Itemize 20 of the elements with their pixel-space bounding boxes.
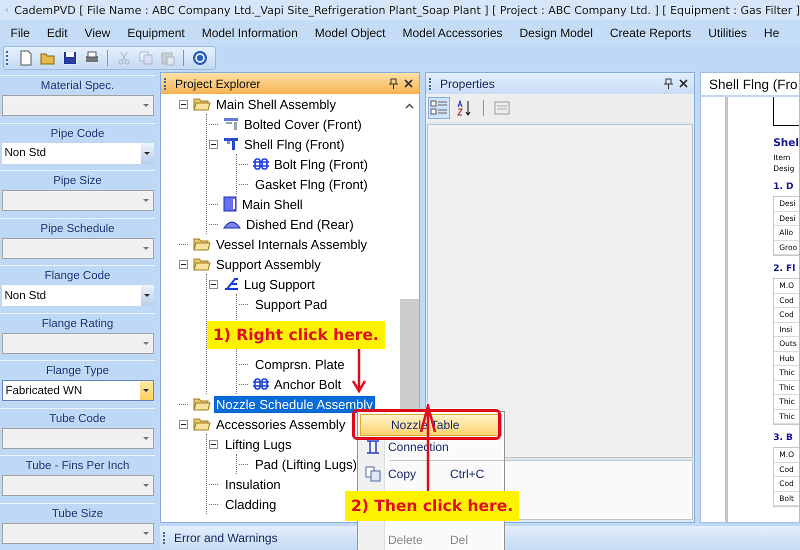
field-label: Tube Size (52, 508, 104, 520)
field-label: Flange Rating (42, 318, 114, 330)
field-label: Pipe Schedule (40, 222, 115, 234)
section-heading: 2. Fl (773, 264, 796, 274)
field-label: Tube - Fins Per Inch (26, 460, 130, 472)
field-label: Flange Type (46, 365, 110, 377)
field-label: Material Spec. (40, 80, 114, 92)
section-heading: 1. D (773, 182, 795, 192)
panel-title: Properties (440, 76, 495, 90)
section-heading: 3. B (773, 433, 794, 443)
field-label: Pipe Size (53, 175, 102, 187)
field-label: Flange Code (44, 270, 110, 282)
callout-label: 1) Right click here. (207, 321, 385, 349)
window-title: CademPVD [ File Name : ABC Company Ltd._Vapi Site_Refrigeration Plant_Soap Plant ] [ Project : ABC Company Ltd. ] [ Equipment : Gas Filter ] (14, 4, 800, 16)
panel-title: Error and Warnings (174, 531, 278, 545)
field-label: Pipe Code (50, 128, 104, 140)
report-heading: Shel (773, 137, 799, 149)
field-label: Tube Code (49, 412, 106, 424)
panel-title: Project Explorer (175, 76, 260, 90)
callout-label: 2) Then click here. (345, 491, 520, 521)
